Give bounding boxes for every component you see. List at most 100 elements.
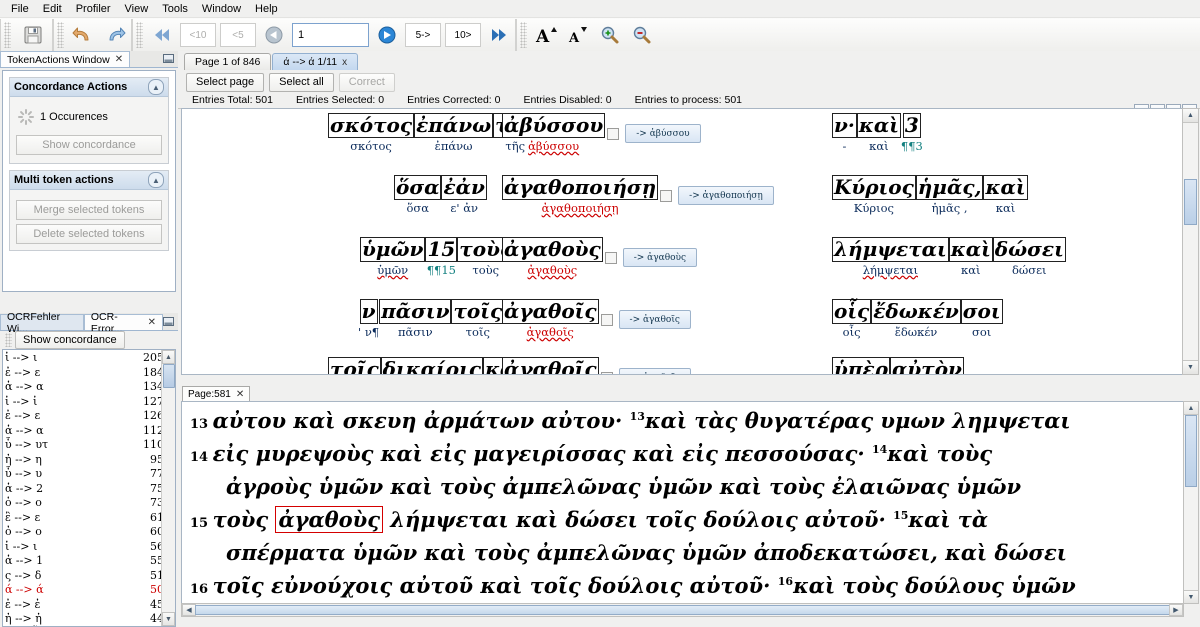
minimize-window-icon[interactable] bbox=[163, 316, 174, 330]
zoom-in-icon[interactable] bbox=[595, 21, 625, 49]
token-image-text[interactable]: καὶ bbox=[983, 175, 1027, 200]
ocr-error-row[interactable]: ἰ --> ι2059 bbox=[3, 351, 175, 366]
scrollbar-thumb[interactable] bbox=[1185, 415, 1197, 487]
token-image-text[interactable]: ὅσα bbox=[394, 175, 441, 200]
correction-checkbox[interactable] bbox=[660, 190, 672, 202]
token-cell[interactable]: οἷςοἷς bbox=[832, 299, 871, 339]
ocr-error-row[interactable]: ἱ --> ι563 bbox=[3, 540, 175, 555]
menu-item-file[interactable]: File bbox=[4, 2, 36, 16]
token-image-text[interactable]: τοῖς bbox=[451, 299, 504, 324]
token-cell[interactable]: δικαίοις bbox=[381, 357, 483, 375]
token-image-text[interactable]: λήμψεται bbox=[832, 237, 949, 262]
scrollbar-thumb[interactable] bbox=[195, 605, 1170, 615]
skip-last-icon[interactable] bbox=[484, 21, 514, 49]
tab-correction-set[interactable]: ά --> ά 1/11 x bbox=[272, 53, 358, 70]
next-page-icon[interactable] bbox=[372, 21, 402, 49]
scrollbar-thumb[interactable] bbox=[1184, 179, 1197, 225]
toolbar-grip[interactable] bbox=[57, 22, 64, 48]
token-image-text[interactable]: ἔδωκέν bbox=[871, 299, 961, 324]
select-page-button[interactable]: Select page bbox=[186, 73, 264, 92]
tab-token-actions-window[interactable]: TokenActions Window ✕ bbox=[0, 51, 130, 67]
font-decrease-icon[interactable]: A bbox=[563, 21, 593, 49]
token-image-text[interactable]: δώσει bbox=[993, 237, 1066, 262]
minimize-window-icon[interactable] bbox=[163, 53, 174, 67]
ocr-error-row[interactable]: ἠ --> ἠ441 bbox=[3, 612, 175, 627]
redo-arrow-icon[interactable] bbox=[100, 21, 130, 49]
token-image-text[interactable]: αὐτὸν bbox=[890, 357, 964, 375]
ocr-error-row[interactable]: ἐ --> ε1849 bbox=[3, 366, 175, 381]
token-cell[interactable]: σκότοςσκότος bbox=[328, 113, 414, 153]
ocr-error-row[interactable]: ἒ --> ε614 bbox=[3, 511, 175, 526]
token-cell[interactable]: καὶκαὶ bbox=[983, 175, 1027, 215]
correction-checkbox[interactable] bbox=[607, 128, 619, 140]
back-5-button[interactable]: <5 bbox=[220, 23, 256, 47]
highlighted-token[interactable]: ἀγαθοὺς bbox=[275, 506, 383, 533]
ocr-error-row[interactable]: ἐ --> ε1265 bbox=[3, 409, 175, 424]
token-image-text[interactable]: ἀγαθοῖς bbox=[502, 299, 599, 324]
error-token-cell[interactable]: ἀβύσσουἀβύσσου bbox=[502, 113, 605, 153]
token-image-text[interactable]: ἀγαθοποιήσῃ bbox=[502, 175, 658, 200]
token-image-text[interactable]: ἀγαθοῖς bbox=[502, 357, 599, 375]
tab-page-581[interactable]: Page:581 ✕ bbox=[182, 386, 250, 401]
menu-item-window[interactable]: Window bbox=[195, 2, 248, 16]
token-cell[interactable]: ΚύριοςΚύριος bbox=[832, 175, 916, 215]
save-disk-icon[interactable] bbox=[15, 21, 51, 49]
select-all-button[interactable]: Select all bbox=[269, 73, 334, 92]
token-cell[interactable]: καὶκαὶ bbox=[949, 237, 993, 277]
skip-first-icon[interactable] bbox=[147, 21, 177, 49]
correction-checkbox[interactable] bbox=[601, 314, 613, 326]
apply-suggestion-button[interactable]: -> ἀγαθοὺς bbox=[623, 248, 697, 267]
token-image-text[interactable]: πᾶσιν bbox=[379, 299, 451, 324]
token-cell[interactable]: 15¶¶15 bbox=[425, 237, 457, 277]
error-token-cell[interactable]: ἀγαθοὺςἀγαθοὺς bbox=[502, 237, 603, 277]
token-image-text[interactable]: ἐπάνω bbox=[414, 113, 493, 138]
token-image-text[interactable]: ν bbox=[360, 299, 378, 324]
token-cell[interactable]: 3¶¶3 bbox=[901, 113, 923, 153]
apply-suggestion-button[interactable]: -> ἀγαθοῖς bbox=[619, 368, 691, 375]
forward-5-button[interactable]: 5-> bbox=[405, 23, 441, 47]
forward-10-button[interactable]: 10> bbox=[445, 23, 481, 47]
token-cell[interactable]: πᾶσινπᾶσιν bbox=[379, 299, 451, 339]
error-token-cell[interactable]: ἀγαθοποιήσῃἀγαθοποιήσῃ bbox=[502, 175, 658, 215]
close-icon[interactable]: x bbox=[342, 57, 347, 68]
token-image-text[interactable]: σοι bbox=[961, 299, 1003, 324]
close-icon[interactable]: ✕ bbox=[115, 54, 123, 65]
ocr-error-row[interactable]: ά --> ά501 bbox=[3, 583, 175, 598]
page-number-input[interactable]: 1 bbox=[292, 23, 369, 47]
tab-ocr-error-window[interactable]: OCR-Error... ✕ bbox=[84, 314, 163, 330]
ocr-error-list[interactable]: ἰ --> ι2059ἐ --> ε1849ἁ --> α1340ἰ --> ἰ… bbox=[2, 349, 176, 627]
token-cell[interactable]: ν' ν¶ bbox=[358, 299, 379, 339]
ocr-error-row[interactable]: ὀ --> ο608 bbox=[3, 525, 175, 540]
ocr-error-row[interactable]: ς --> δ513 bbox=[3, 569, 175, 584]
token-image-text[interactable]: ἀβύσσου bbox=[502, 113, 605, 138]
chevron-up-icon[interactable]: ▲ bbox=[148, 172, 164, 188]
ocr-error-row[interactable]: ἁ --> α1340 bbox=[3, 380, 175, 395]
scroll-right-icon[interactable]: ▶ bbox=[1169, 604, 1183, 616]
tab-ocrfehler-window[interactable]: OCRFehler Wi... bbox=[0, 314, 84, 330]
token-cell[interactable]: λήμψεταιλήμψεται bbox=[832, 237, 949, 277]
delete-selected-tokens-button[interactable]: Delete selected tokens bbox=[16, 224, 162, 244]
token-cell[interactable]: ἐἀνε' ἀν bbox=[441, 175, 486, 215]
ocr-error-row[interactable]: ἐ --> ἐ458 bbox=[3, 598, 175, 613]
token-image-text[interactable]: ὑπὲρ bbox=[832, 357, 890, 375]
document-page-view[interactable]: 13 αὐτου καὶ σκευη ἀρμάτων αὐτου· 13καὶ … bbox=[181, 401, 1184, 604]
toolbar-grip[interactable] bbox=[5, 333, 12, 347]
ocr-error-row[interactable]: ἁ --> α1122 bbox=[3, 424, 175, 439]
ocr-error-list-scrollbar[interactable]: ▲ ▼ bbox=[161, 350, 175, 626]
apply-suggestion-button[interactable]: -> ἀβύσσου bbox=[625, 124, 700, 143]
token-cell[interactable]: τοῖς bbox=[328, 357, 381, 375]
token-cell[interactable]: τοῖςτοῖς bbox=[451, 299, 504, 339]
menu-item-tools[interactable]: Tools bbox=[155, 2, 195, 16]
menu-item-profiler[interactable]: Profiler bbox=[69, 2, 118, 16]
zoom-out-icon[interactable] bbox=[627, 21, 657, 49]
ocr-error-row[interactable]: ἁ --> 2752 bbox=[3, 482, 175, 497]
token-image-text[interactable]: τοῖς bbox=[328, 357, 381, 375]
chevron-up-icon[interactable]: ▲ bbox=[148, 79, 164, 95]
multi-token-actions-header[interactable]: Multi token actions ▲ bbox=[10, 171, 168, 190]
merge-selected-tokens-button[interactable]: Merge selected tokens bbox=[16, 200, 162, 220]
correction-checkbox[interactable] bbox=[605, 252, 617, 264]
scroll-up-icon[interactable]: ▲ bbox=[1184, 402, 1198, 415]
token-cell[interactable]: ἐπάνωἐπάνω bbox=[414, 113, 493, 153]
token-image-text[interactable]: 3 bbox=[903, 113, 921, 138]
menu-item-edit[interactable]: Edit bbox=[36, 2, 69, 16]
